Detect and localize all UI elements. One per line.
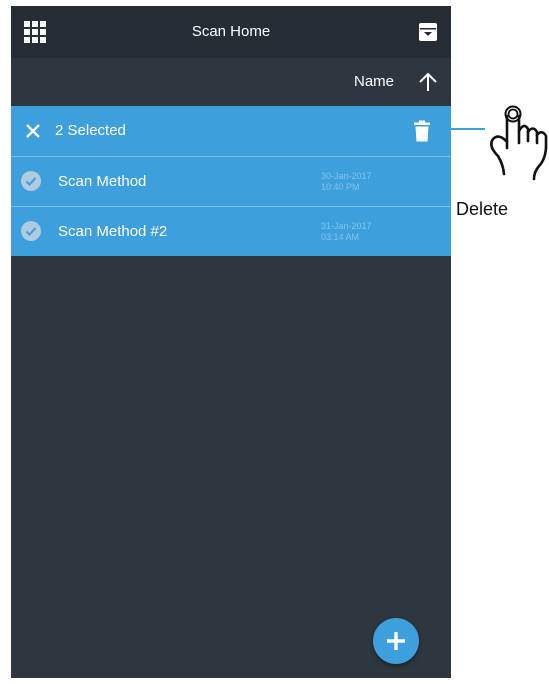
check-circle-icon[interactable]	[21, 171, 41, 191]
page-title: Scan Home	[191, 23, 271, 40]
check-circle-icon[interactable]	[21, 221, 41, 241]
arrow-up-icon[interactable]	[417, 71, 439, 93]
list-item[interactable]: Scan Method #2 31-Jan-2017 03:14 AM	[11, 206, 451, 256]
delete-callout-label: Delete	[456, 199, 509, 219]
archive-icon[interactable]	[419, 23, 437, 41]
list-item[interactable]: Scan Method 30-Jan-2017 10:40 PM	[11, 156, 451, 206]
item-time: 03:14 AM	[321, 232, 360, 242]
selected-count: 2 Selected	[55, 122, 126, 139]
close-icon[interactable]	[23, 121, 43, 141]
app-screen: Scan Home Name 2 Selected Scan Method 30…	[11, 6, 451, 678]
selection-action-bar: 2 Selected	[11, 106, 451, 156]
item-date: 30-Jan-2017	[321, 171, 372, 181]
item-time: 10:40 PM	[321, 182, 360, 192]
add-button[interactable]	[373, 618, 419, 664]
sort-bar: Name	[11, 58, 451, 106]
item-timestamp: 31-Jan-2017 03:14 AM	[321, 221, 372, 243]
sort-by-label[interactable]: Name	[354, 58, 394, 106]
trash-icon[interactable]	[413, 120, 431, 142]
callout-line	[435, 128, 485, 130]
hand-pointer-icon	[480, 98, 549, 190]
plus-icon	[387, 632, 405, 650]
top-app-bar: Scan Home	[11, 6, 451, 58]
item-name: Scan Method #2	[58, 223, 168, 240]
item-timestamp: 30-Jan-2017 10:40 PM	[321, 171, 372, 193]
item-date: 31-Jan-2017	[321, 221, 372, 231]
item-name: Scan Method	[58, 173, 147, 190]
